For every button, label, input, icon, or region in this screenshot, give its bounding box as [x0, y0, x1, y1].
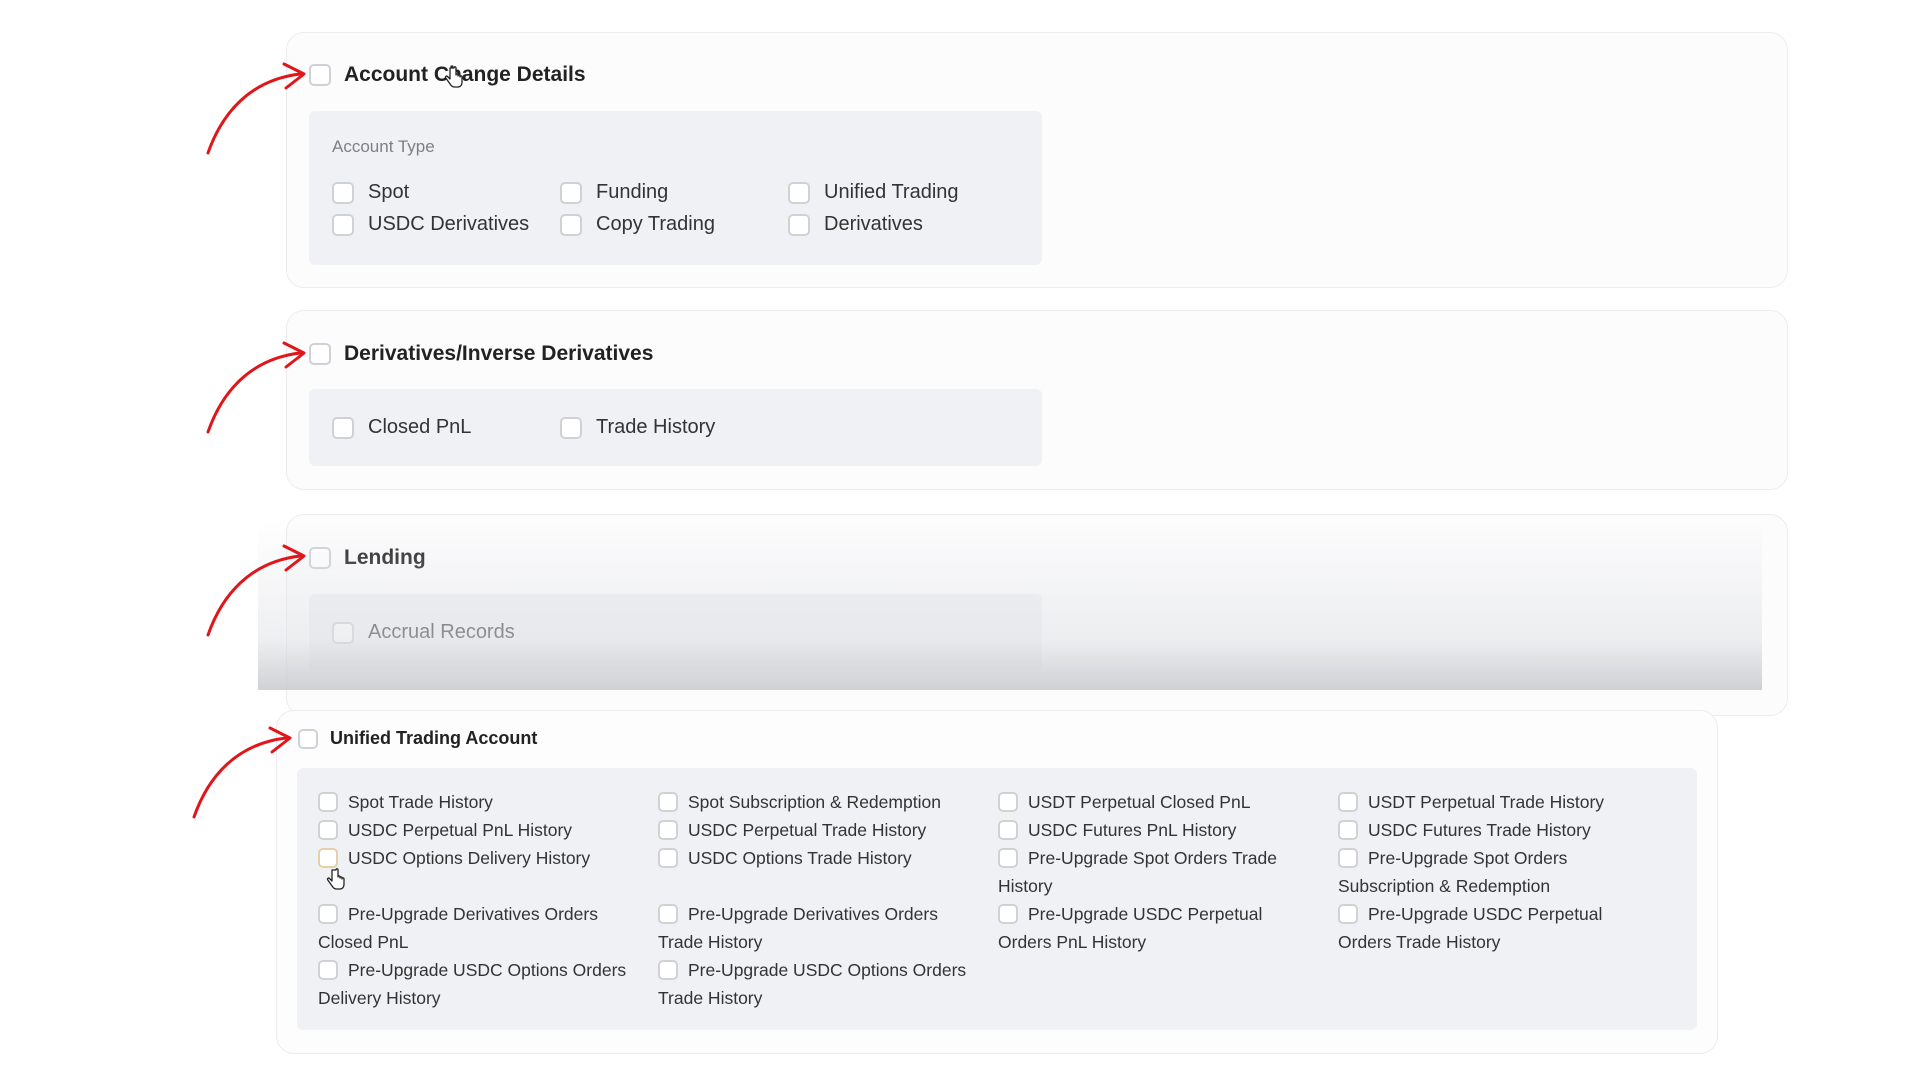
checkbox[interactable]: [318, 904, 338, 924]
checkbox[interactable]: [1338, 820, 1358, 840]
arrow-annotation-icon: [192, 726, 292, 819]
checkbox[interactable]: [658, 960, 678, 980]
checkbox[interactable]: [998, 904, 1018, 924]
checkbox[interactable]: [318, 820, 338, 840]
checkbox[interactable]: [1338, 904, 1358, 924]
option-spot-trade-history[interactable]: Spot Trade History: [318, 788, 636, 816]
checkbox[interactable]: [1338, 848, 1358, 868]
option-pre-upgrade-usdc-perpetual-trade-history[interactable]: Pre-Upgrade USDC Perpetual Orders Trade …: [1338, 900, 1656, 956]
accrual-records-checkbox[interactable]: [332, 621, 354, 644]
option-pre-upgrade-usdc-perpetual-pnl-history[interactable]: Pre-Upgrade USDC Perpetual Orders PnL Hi…: [998, 900, 1316, 956]
option-accrual-records[interactable]: Accrual Records: [332, 621, 515, 644]
account-type-label: Account Type: [332, 137, 435, 156]
closed-pnl-checkbox[interactable]: [332, 416, 354, 439]
unified-title: Unified Trading Account: [330, 728, 538, 748]
option-usdc-options-delivery-history[interactable]: USDC Options Delivery History: [318, 844, 636, 872]
checkbox[interactable]: [658, 792, 678, 812]
derivatives-section-checkbox[interactable]: [309, 343, 331, 365]
copy-trading-checkbox[interactable]: [560, 213, 582, 236]
option-usdc-futures-pnl-history[interactable]: USDC Futures PnL History: [998, 816, 1316, 844]
option-unified-trading[interactable]: Unified Trading: [788, 181, 959, 204]
derivatives-header[interactable]: Derivatives/Inverse Derivatives: [309, 342, 653, 366]
checkbox[interactable]: [998, 820, 1018, 840]
checkbox[interactable]: [318, 792, 338, 812]
option-usdc-perpetual-trade-history[interactable]: USDC Perpetual Trade History: [658, 816, 976, 844]
checkbox[interactable]: [658, 904, 678, 924]
option-derivatives[interactable]: Derivatives: [788, 213, 923, 236]
option-closed-pnl[interactable]: Closed PnL: [332, 416, 471, 439]
option-spot[interactable]: Spot: [332, 181, 409, 204]
arrow-annotation-icon: [206, 341, 306, 434]
checkbox[interactable]: [998, 792, 1018, 812]
option-usdt-perpetual-trade-history[interactable]: USDT Perpetual Trade History: [1338, 788, 1656, 816]
unified-section-checkbox[interactable]: [298, 728, 318, 749]
hand-cursor-icon: [326, 868, 345, 890]
option-funding[interactable]: Funding: [560, 181, 668, 204]
option-usdc-futures-trade-history[interactable]: USDC Futures Trade History: [1338, 816, 1656, 844]
derivatives-checkbox[interactable]: [788, 213, 810, 236]
checkbox[interactable]: [318, 848, 338, 868]
option-trade-history[interactable]: Trade History: [560, 416, 715, 439]
checkbox[interactable]: [1338, 792, 1358, 812]
spot-checkbox[interactable]: [332, 181, 354, 204]
option-pre-upgrade-derivatives-trade-history[interactable]: Pre-Upgrade Derivatives Orders Trade His…: [658, 900, 976, 956]
lending-title: Lending: [344, 546, 426, 569]
option-pre-upgrade-usdc-options-trade-history[interactable]: Pre-Upgrade USDC Options Orders Trade Hi…: [658, 956, 976, 1012]
account-change-title: Account Change Details: [344, 63, 586, 86]
hand-cursor-icon: [444, 66, 463, 88]
option-pre-upgrade-spot-orders-trade-history[interactable]: Pre-Upgrade Spot Orders Trade History: [998, 844, 1316, 900]
derivatives-title: Derivatives/Inverse Derivatives: [344, 342, 654, 365]
option-pre-upgrade-derivatives-closed-pnl[interactable]: Pre-Upgrade Derivatives Orders Closed Pn…: [318, 900, 636, 956]
option-pre-upgrade-usdc-options-delivery-history[interactable]: Pre-Upgrade USDC Options Orders Delivery…: [318, 956, 636, 1012]
option-usdc-options-trade-history[interactable]: USDC Options Trade History: [658, 844, 976, 872]
option-copy-trading[interactable]: Copy Trading: [560, 213, 715, 236]
option-pre-upgrade-spot-orders-subscription[interactable]: Pre-Upgrade Spot Orders Subscription & R…: [1338, 844, 1656, 900]
funding-checkbox[interactable]: [560, 181, 582, 204]
arrow-annotation-icon: [206, 544, 306, 637]
option-usdc-derivatives[interactable]: USDC Derivatives: [332, 213, 529, 236]
lending-header[interactable]: Lending: [309, 546, 426, 570]
arrow-annotation-icon: [206, 62, 306, 155]
checkbox[interactable]: [658, 820, 678, 840]
trade-history-checkbox[interactable]: [560, 416, 582, 439]
unified-header[interactable]: Unified Trading Account: [298, 728, 537, 749]
option-usdt-perpetual-closed-pnl[interactable]: USDT Perpetual Closed PnL: [998, 788, 1316, 816]
lending-checkbox[interactable]: [309, 547, 331, 569]
usdc-derivatives-checkbox[interactable]: [332, 213, 354, 236]
checkbox[interactable]: [998, 848, 1018, 868]
checkbox[interactable]: [658, 848, 678, 868]
checkbox[interactable]: [318, 960, 338, 980]
option-spot-subscription-redemption[interactable]: Spot Subscription & Redemption: [658, 788, 976, 816]
unified-trading-checkbox[interactable]: [788, 181, 810, 204]
account-change-checkbox[interactable]: [309, 64, 331, 86]
option-usdc-perpetual-pnl-history[interactable]: USDC Perpetual PnL History: [318, 816, 636, 844]
